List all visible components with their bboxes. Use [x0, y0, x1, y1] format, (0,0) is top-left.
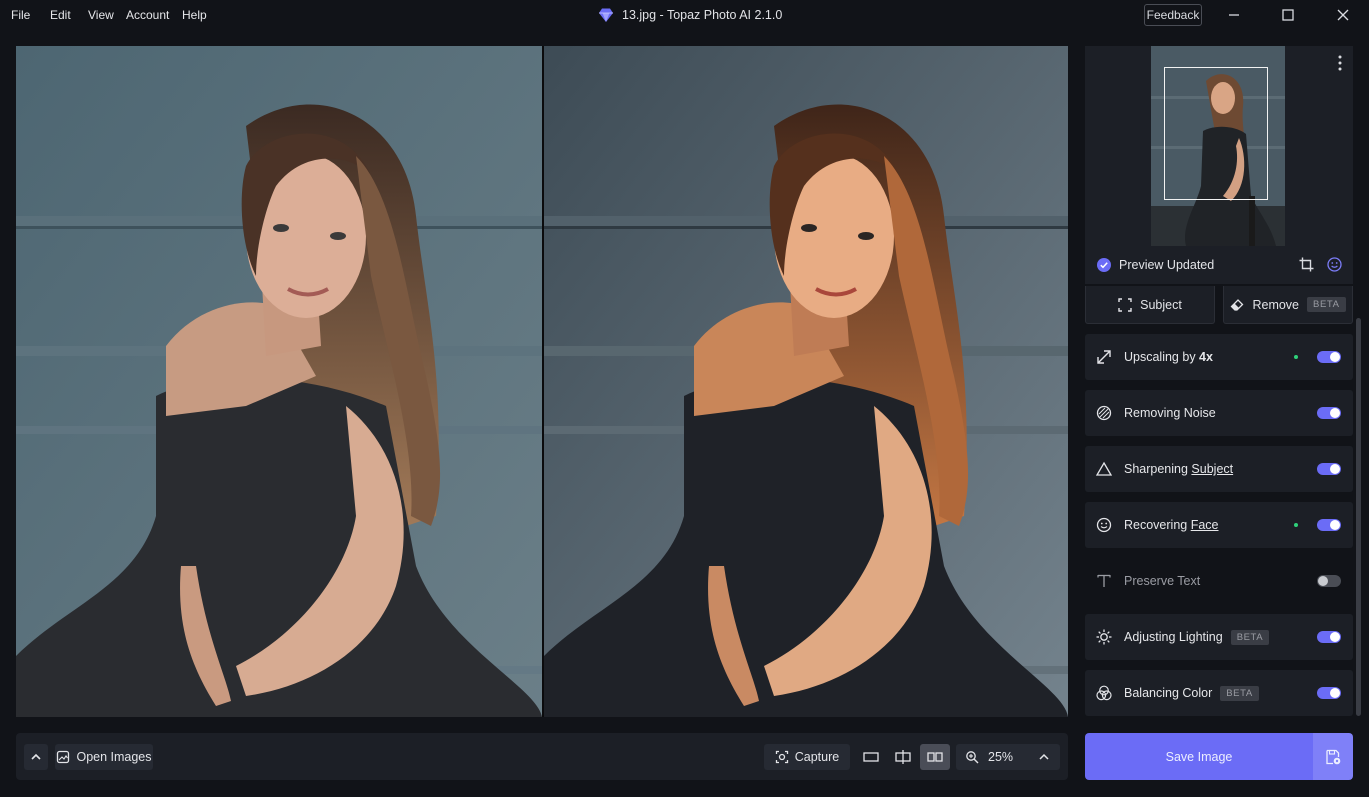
enhancement-face-recovery[interactable]: Recovering Face: [1085, 502, 1353, 548]
select-subject-icon: [1118, 297, 1132, 312]
enhancement-label: Adjusting Lighting: [1124, 630, 1223, 644]
menu-file[interactable]: File: [11, 8, 30, 22]
beta-badge: BETA: [1230, 629, 1270, 645]
face-mode-link[interactable]: Face: [1191, 518, 1219, 532]
upscale-toggle[interactable]: [1317, 351, 1341, 363]
enhancement-label: Removing Noise: [1124, 406, 1216, 420]
open-images-button[interactable]: Open Images: [55, 744, 153, 770]
eraser-icon: [1231, 298, 1244, 311]
chevron-up-icon[interactable]: [1038, 751, 1050, 763]
split-view-button[interactable]: [890, 744, 916, 770]
side-by-side-view-button[interactable]: [920, 744, 950, 770]
face-detect-icon[interactable]: [1327, 257, 1342, 272]
enhancement-label: Sharpening: [1124, 462, 1192, 476]
window-title-text: 13.jpg - Topaz Photo AI 2.1.0: [622, 8, 783, 22]
noise-icon: [1096, 405, 1112, 421]
denoise-toggle[interactable]: [1317, 407, 1341, 419]
enhancement-denoise[interactable]: Removing Noise: [1085, 390, 1353, 436]
capture-label: Capture: [794, 750, 840, 764]
text-icon: [1096, 573, 1112, 589]
beta-badge: BETA: [1220, 685, 1259, 701]
panel-scrollbar[interactable]: [1356, 318, 1361, 716]
sharpen-mode-link[interactable]: Subject: [1191, 462, 1233, 476]
enhancement-label: Balancing Color: [1124, 686, 1213, 700]
split-divider[interactable]: [542, 46, 544, 717]
zoom-control[interactable]: 25%: [956, 744, 1060, 770]
subject-mask-button[interactable]: Subject: [1085, 286, 1215, 324]
changed-indicator: [1294, 523, 1298, 527]
upscale-factor[interactable]: 4x: [1199, 350, 1213, 364]
resize-arrow-icon: [1096, 349, 1112, 365]
menu-account[interactable]: Account: [126, 8, 169, 22]
single-view-icon: [863, 752, 879, 762]
single-view-button[interactable]: [858, 744, 884, 770]
feedback-button[interactable]: Feedback: [1144, 4, 1202, 26]
sharpen-toggle[interactable]: [1317, 463, 1341, 475]
remove-label: Remove: [1252, 297, 1300, 312]
close-icon[interactable]: [1333, 5, 1353, 25]
expand-tray-button[interactable]: [24, 744, 48, 770]
original-image: [16, 46, 542, 717]
crop-icon[interactable]: [1299, 257, 1314, 272]
camera-icon: [775, 750, 788, 764]
capture-button[interactable]: Capture: [764, 744, 850, 770]
save-image-button[interactable]: Save Image: [1085, 733, 1313, 780]
enhancement-preserve-text[interactable]: Preserve Text: [1085, 558, 1353, 604]
maximize-icon[interactable]: [1278, 5, 1298, 25]
more-options-icon[interactable]: [1334, 54, 1346, 72]
zoom-value: 25%: [988, 750, 1014, 764]
menu-view[interactable]: View: [88, 8, 114, 22]
side-by-side-icon: [927, 752, 943, 762]
zoom-icon: [966, 751, 979, 764]
preview-status-text: Preview Updated: [1119, 258, 1215, 272]
enhancement-label: Preserve Text: [1124, 574, 1201, 588]
topaz-logo-icon: [599, 8, 613, 22]
check-circle-icon: [1097, 258, 1111, 272]
color-balance-icon: [1096, 685, 1112, 701]
enhancement-upscale[interactable]: Upscaling by 4x: [1085, 334, 1353, 380]
triangle-icon: [1096, 461, 1112, 477]
enhanced-image: [544, 46, 1068, 717]
changed-indicator: [1294, 355, 1298, 359]
image-icon: [57, 750, 70, 764]
face-icon: [1096, 517, 1112, 533]
enhancement-color-balance[interactable]: Balancing Color BETA: [1085, 670, 1353, 716]
face-recovery-toggle[interactable]: [1317, 519, 1341, 531]
menu-help[interactable]: Help: [182, 8, 207, 22]
window-title: 13.jpg - Topaz Photo AI 2.1.0: [598, 7, 782, 23]
color-balance-toggle[interactable]: [1317, 687, 1341, 699]
enhancement-label: Upscaling by: [1124, 350, 1200, 364]
remove-tool-button[interactable]: Remove BETA: [1223, 286, 1353, 324]
export-settings-button[interactable]: [1313, 733, 1353, 780]
sun-icon: [1096, 629, 1112, 645]
beta-badge: BETA: [1307, 297, 1346, 312]
chevron-up-icon: [31, 753, 41, 760]
viewport-rectangle[interactable]: [1164, 67, 1268, 200]
menu-edit[interactable]: Edit: [50, 8, 71, 22]
lighting-toggle[interactable]: [1317, 631, 1341, 643]
enhancement-sharpen[interactable]: Sharpening Subject: [1085, 446, 1353, 492]
save-settings-icon: [1326, 749, 1341, 764]
minimize-icon[interactable]: [1224, 5, 1244, 25]
subject-label: Subject: [1140, 297, 1182, 312]
split-view-icon: [895, 750, 911, 764]
preserve-text-toggle[interactable]: [1317, 575, 1341, 587]
enhancement-lighting[interactable]: Adjusting Lighting BETA: [1085, 614, 1353, 660]
enhancement-label: Recovering: [1124, 518, 1191, 532]
open-images-label: Open Images: [76, 750, 152, 764]
